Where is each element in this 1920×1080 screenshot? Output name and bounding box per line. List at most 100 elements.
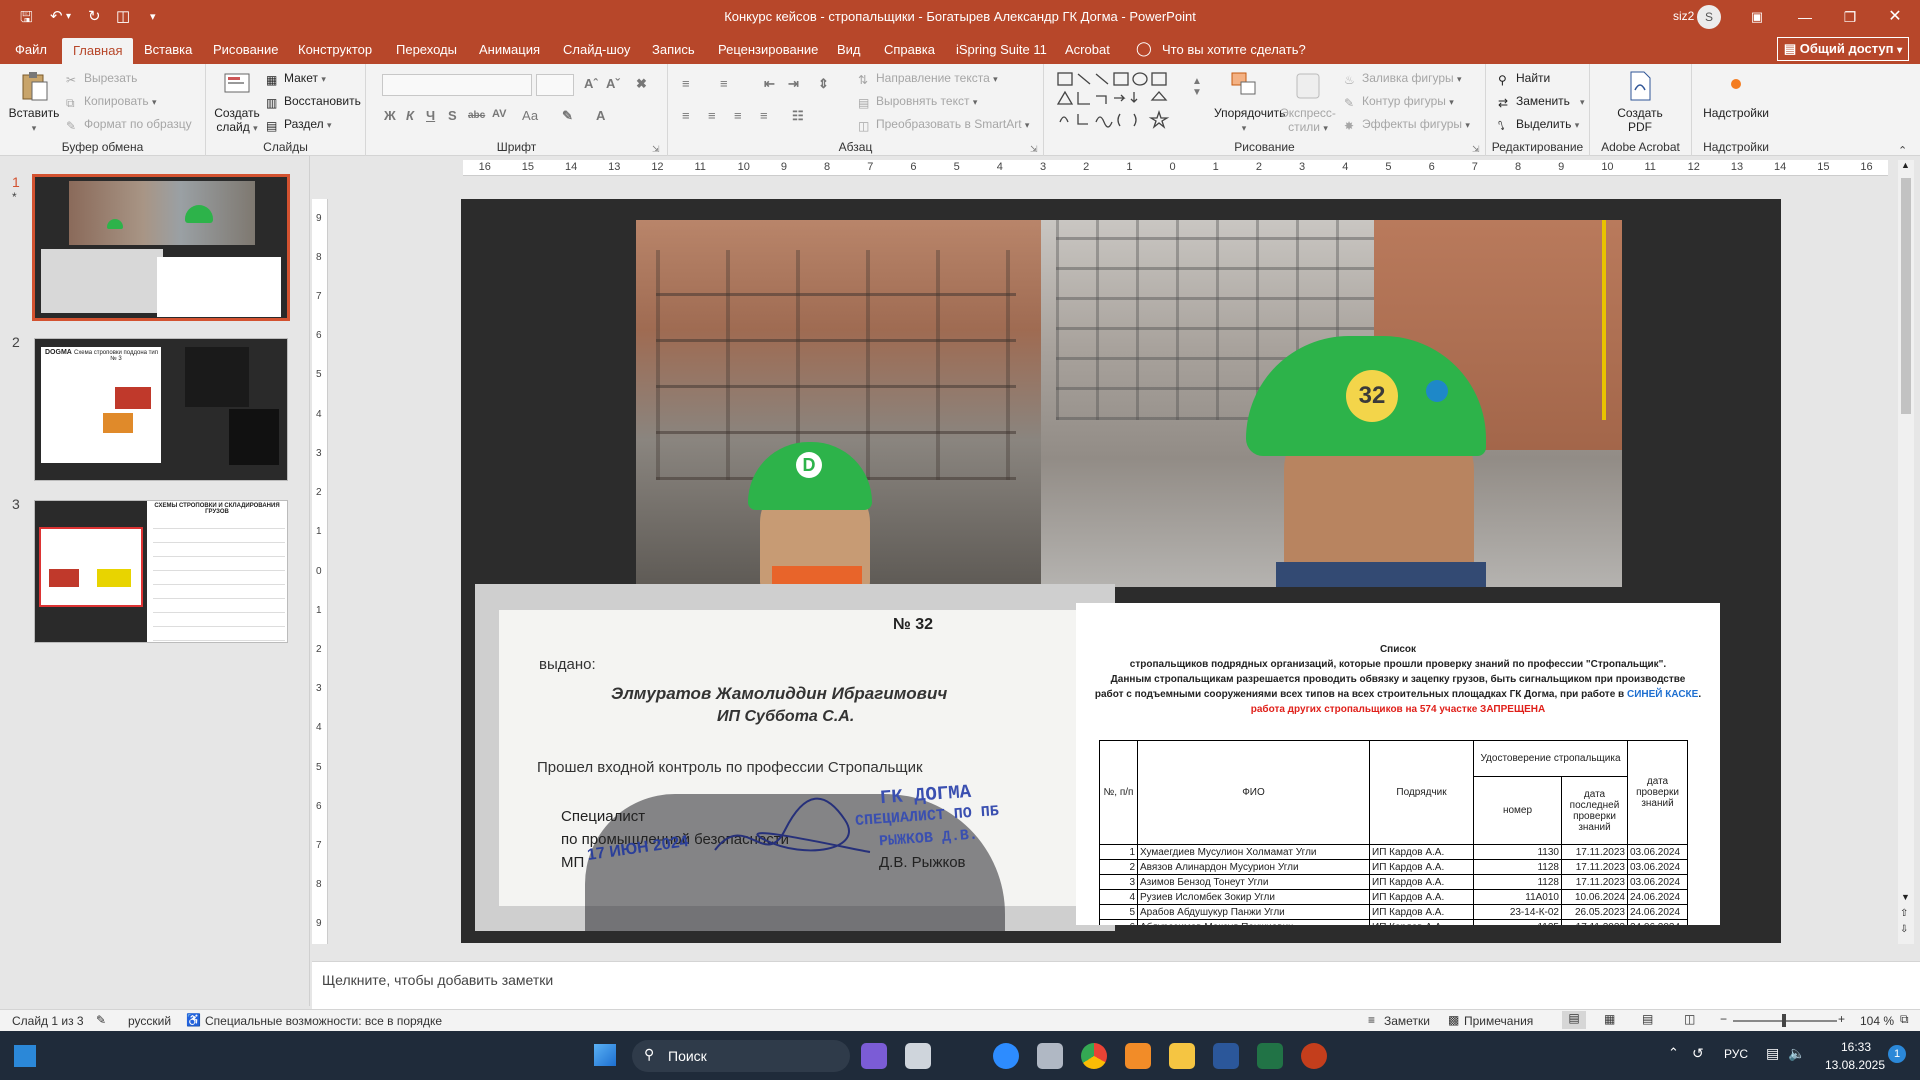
language-indicator[interactable]: русский [128,1014,171,1028]
increase-indent-icon[interactable]: ⇥ [788,76,799,92]
zoom-out-icon[interactable]: − [1720,1012,1727,1026]
tab-insert[interactable]: Вставка [144,42,192,57]
zoom-slider-thumb[interactable] [1782,1014,1786,1027]
teams-icon[interactable] [861,1043,887,1069]
vertical-ruler[interactable]: 9 8 7 6 5 4 3 2 1 0 1 2 3 4 5 6 7 8 9 [312,199,328,944]
tab-record[interactable]: Запись [652,42,695,57]
notification-badge[interactable]: 1 [1888,1045,1906,1063]
input-language[interactable]: РУС [1724,1047,1748,1061]
tab-design[interactable]: Конструктор [298,42,372,57]
addins-button[interactable]: Надстройки [1698,70,1774,120]
scroll-up-icon[interactable]: ▲ [1901,160,1910,170]
highlight-icon[interactable]: ✎ [562,108,573,124]
previous-slide-icon[interactable]: ⇧ [1900,908,1908,919]
clear-formatting-icon[interactable]: ✖ [636,76,647,92]
font-family-select[interactable] [382,74,532,96]
widgets-icon[interactable] [14,1045,36,1067]
copy-button[interactable]: ⧉ Копировать ▾ [66,94,157,110]
font-color-icon[interactable]: A [596,108,605,123]
slide-thumbnail-3[interactable]: СХЕМЫ СТРОПОВКИ И СКЛАДИРОВАНИЯ ГРУЗОВ [34,500,288,643]
comments-toggle[interactable]: Примечания [1464,1014,1533,1028]
tab-acrobat[interactable]: Acrobat [1065,42,1110,57]
zoom-app-icon[interactable] [993,1043,1019,1069]
shape-outline-button[interactable]: ✎ Контур фигуры ▾ [1344,94,1454,110]
text-direction-button[interactable]: ⇅ Направление текста ▾ [858,71,998,87]
stroppers-list-document[interactable]: Список стропальщиков подрядных организац… [1076,603,1720,925]
tab-help[interactable]: Справка [884,42,935,57]
comments-icon[interactable]: ▩ [1448,1013,1459,1027]
file-explorer-icon[interactable] [1169,1043,1195,1069]
strikethrough-icon[interactable]: abc [468,110,485,121]
tasks-icon[interactable] [1125,1043,1151,1069]
tray-app-icon[interactable]: ↺ [1692,1045,1704,1062]
powerpoint-icon[interactable] [1301,1043,1327,1069]
tab-home[interactable]: Главная [62,38,134,64]
underline-icon[interactable]: Ч [426,108,435,123]
shapes-gallery[interactable] [1056,70,1188,134]
columns-icon[interactable]: ☷ [792,108,804,124]
spelling-icon[interactable]: ✎ [96,1013,106,1027]
tab-transitions[interactable]: Переходы [396,42,457,57]
new-slide-button[interactable]: Создать слайд ▾ [212,70,262,135]
zoom-in-icon[interactable]: + [1838,1012,1845,1026]
reading-view-icon[interactable]: ▤ [1642,1012,1653,1026]
tab-draw[interactable]: Рисование [213,42,278,57]
maximize-button[interactable]: ❐ [1830,4,1870,30]
section-button[interactable]: ▤ Раздел ▾ [266,117,332,133]
certificate-photo[interactable]: № 32 выдано: Элмуратов Жамолиддин Ибраги… [475,584,1115,931]
align-left-icon[interactable]: ≡ [682,108,690,123]
workers-photo[interactable]: D 32 [636,220,1622,587]
horizontal-ruler[interactable]: 16 15 14 13 12 11 10 9 8 7 6 5 4 3 2 1 0 1 2 3 4 5 6 7 8 9 10 11 12 1… [463,160,1888,176]
notes-toggle[interactable]: Заметки [1384,1014,1430,1028]
shapes-more-icon[interactable]: ▲ ▼ [1192,76,1202,98]
notepad-icon[interactable] [1037,1043,1063,1069]
tell-me-search[interactable]: Что вы хотите сделать? [1162,42,1306,57]
zoom-level[interactable]: 104 % [1860,1014,1894,1028]
shape-effects-button[interactable]: ✸ Эффекты фигуры ▾ [1344,117,1470,133]
select-button[interactable]: ⭛ Выделить ▾ [1498,117,1579,133]
network-icon[interactable]: ▤ [1766,1045,1779,1062]
cut-button[interactable]: ✂ Вырезать [66,71,137,87]
clock-date[interactable]: 13.08.2025 [1818,1058,1892,1072]
tab-ispring[interactable]: iSpring Suite 11 [956,42,1047,57]
slide-sorter-icon[interactable]: ▦ [1604,1012,1615,1026]
numbering-icon[interactable]: ≡ [720,76,728,91]
increase-font-icon[interactable]: Aˆ [584,76,598,91]
user-name[interactable]: siz2 [1673,9,1694,23]
change-case-button[interactable]: Аа [522,108,538,123]
start-icon[interactable] [594,1044,616,1066]
share-button[interactable]: ▤ Общий доступ ▾ [1777,37,1909,61]
create-pdf-button[interactable]: Создать PDF [1610,70,1670,134]
volume-icon[interactable]: 🔈 [1788,1045,1805,1062]
tab-slideshow[interactable]: Слайд-шоу [563,42,630,57]
normal-view-icon[interactable]: ▤ [1562,1011,1586,1029]
snipping-tool-icon[interactable] [905,1043,931,1069]
convert-smartart-button[interactable]: ◫ Преобразовать в SmartArt ▾ [858,117,1029,133]
tab-file[interactable]: Файл [15,42,47,57]
find-button[interactable]: ⚲ Найти [1498,71,1550,87]
tab-view[interactable]: Вид [837,42,861,57]
align-center-icon[interactable]: ≡ [708,108,716,123]
justify-icon[interactable]: ≡ [760,108,768,123]
notes-pane[interactable]: Щелкните, чтобы добавить заметки [312,961,1920,1009]
excel-icon[interactable] [1257,1043,1283,1069]
notes-placeholder[interactable]: Щелкните, чтобы добавить заметки [322,972,553,988]
spacing-icon[interactable]: AV [492,108,506,120]
shadow-icon[interactable]: S [448,108,457,123]
close-button[interactable]: ✕ [1875,4,1915,30]
avatar[interactable]: S [1697,5,1721,29]
tab-animations[interactable]: Анимация [479,42,540,57]
bullets-icon[interactable]: ≡ [682,76,690,91]
accessibility-status[interactable]: Специальные возможности: все в порядке [205,1014,442,1028]
fit-to-window-icon[interactable]: ⧉ [1900,1012,1909,1027]
layout-button[interactable]: ▦ Макет ▾ [266,71,326,87]
scrollbar-thumb[interactable] [1901,178,1911,414]
quick-styles-button[interactable]: Экспресс-стили ▾ [1280,70,1336,135]
accessibility-icon[interactable]: ♿ [186,1013,201,1027]
line-spacing-icon[interactable]: ⇕ [818,76,829,92]
ribbon-display-options-icon[interactable]: ▣ [1737,4,1777,30]
arrange-button[interactable]: Упорядочить ▾ [1214,70,1285,135]
next-slide-icon[interactable]: ⇩ [1900,924,1908,935]
format-painter-button[interactable]: ✎ Формат по образцу [66,117,192,133]
clock-time[interactable]: 16:33 [1826,1040,1886,1054]
